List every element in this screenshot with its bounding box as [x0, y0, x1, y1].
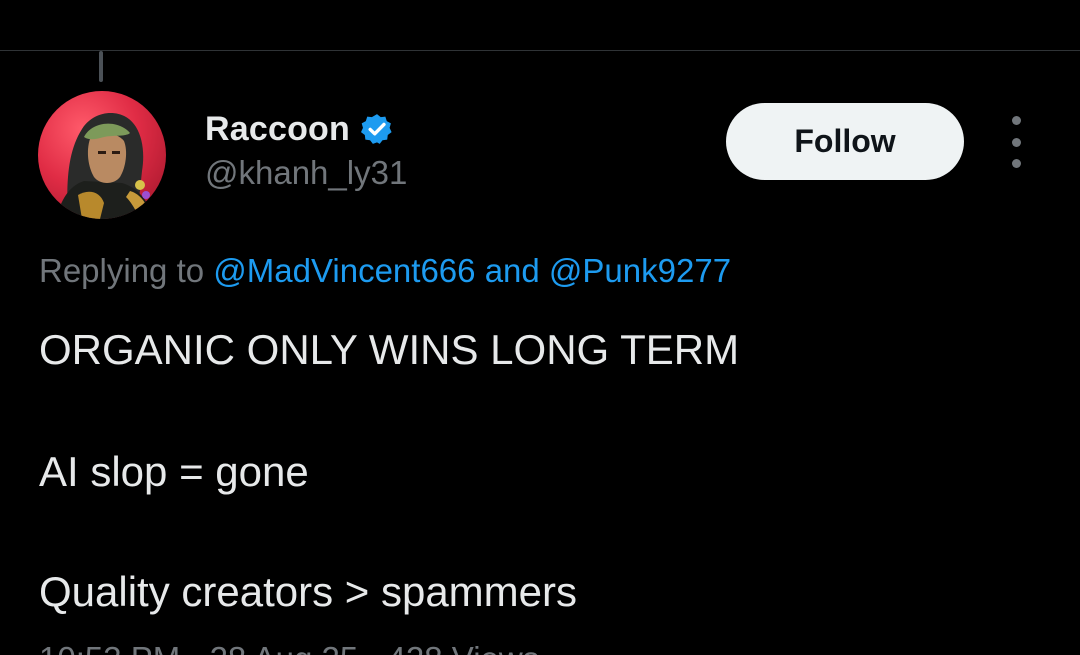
mention-link[interactable]: @Punk9277 — [549, 252, 731, 289]
reply-conjunction: and — [484, 252, 540, 289]
more-vertical-icon-dot — [1011, 137, 1021, 147]
replying-to-line: Replying to @MadVincent666 and @Punk9277 — [39, 252, 731, 290]
tweet-text-line: Quality creators > spammers — [39, 568, 578, 615]
user-name-row: Raccoon — [205, 109, 394, 149]
more-options-button[interactable] — [1000, 116, 1032, 168]
tweet-timestamp-views[interactable]: 10:53 PM · 28 Aug 25 · 428 Views — [39, 640, 539, 655]
tweet-text-line: ORGANIC ONLY WINS LONG TERM — [39, 326, 740, 373]
follow-button[interactable]: Follow — [726, 103, 964, 180]
mention-link[interactable]: @MadVincent666 — [213, 252, 475, 289]
verified-badge-icon — [360, 112, 394, 146]
avatar[interactable] — [38, 91, 166, 219]
more-vertical-icon — [1011, 116, 1021, 125]
user-handle[interactable]: @khanh_ly31 — [205, 154, 407, 192]
tweet-detail-view: Raccoon @khanh_ly31 Follow Replying to @… — [0, 0, 1080, 655]
tweet-text-line: AI slop = gone — [39, 448, 309, 495]
avatar-hooded-character-icon — [56, 113, 154, 219]
replying-to-prefix: Replying to — [39, 252, 205, 289]
top-divider — [0, 50, 1080, 51]
more-vertical-icon-dot — [1011, 159, 1021, 168]
display-name[interactable]: Raccoon — [205, 110, 350, 149]
thread-connector-line — [99, 51, 103, 82]
